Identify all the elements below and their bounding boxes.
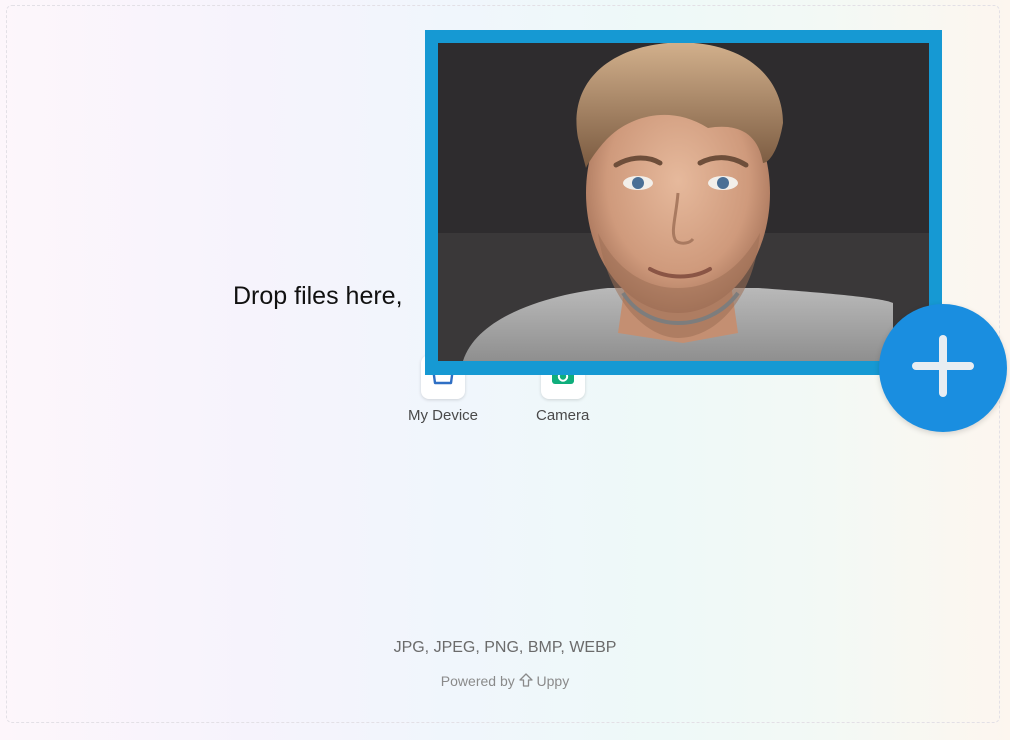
selfie-photo	[438, 43, 929, 361]
photo-preview-frame	[425, 30, 942, 375]
upload-stage: Drop files here, My Device Camera JPG, J…	[0, 0, 1010, 740]
add-button[interactable]	[879, 304, 1007, 432]
uppy-brand: Uppy	[536, 673, 570, 689]
powered-by[interactable]: Powered by Uppy	[0, 673, 1010, 689]
my-device-label: My Device	[408, 407, 479, 424]
camera-label: Camera	[536, 407, 590, 424]
uppy-logo-icon	[518, 673, 537, 689]
powered-by-label: Powered by	[440, 673, 515, 689]
allowed-formats: JPG, JPEG, PNG, BMP, WEBP	[393, 639, 617, 656]
plus-icon	[908, 331, 978, 406]
drop-prompt: Drop files here,	[233, 282, 403, 310]
